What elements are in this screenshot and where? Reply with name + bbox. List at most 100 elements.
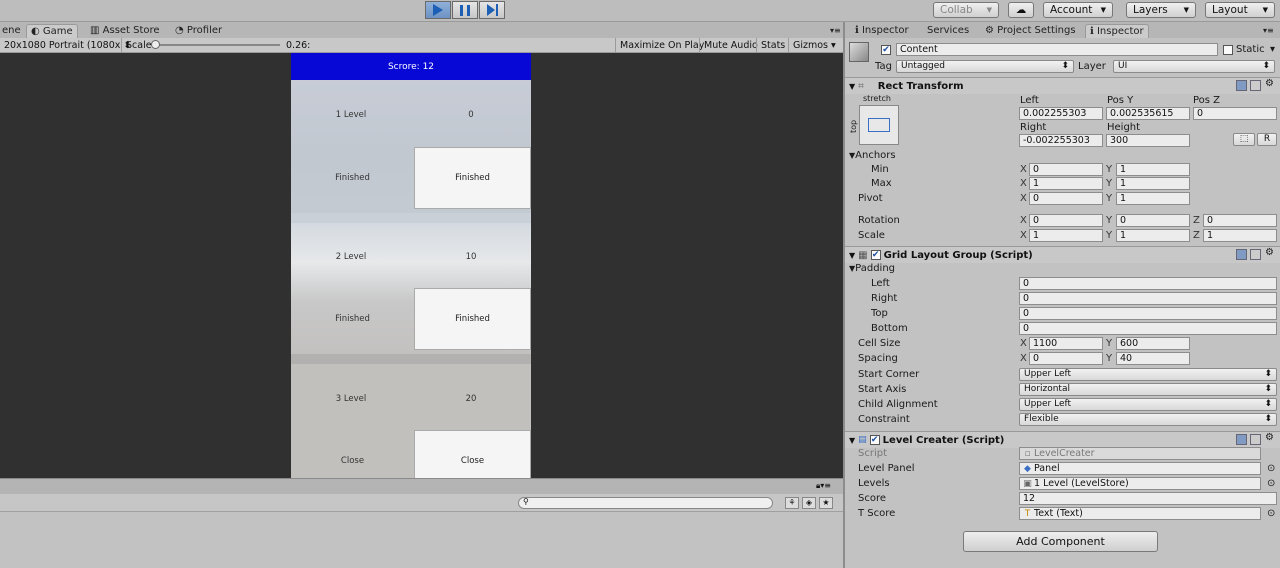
pane-menu-icon[interactable]: ▾≡ — [826, 24, 845, 38]
spacing-x-field[interactable]: 0 — [1029, 352, 1103, 365]
level-button-2[interactable]: Finished — [414, 288, 531, 350]
preset-icon[interactable] — [1250, 249, 1261, 260]
cell-size-y-field[interactable]: 600 — [1116, 337, 1190, 350]
object-picker-icon[interactable]: ⊙ — [1267, 508, 1275, 519]
object-name-field[interactable]: Content — [896, 43, 1218, 56]
padding-left-field[interactable]: 0 — [1019, 277, 1277, 290]
scale-y-field[interactable]: 1 — [1116, 229, 1190, 242]
favorite-icon[interactable]: ★ — [819, 497, 833, 509]
stats-toggle[interactable]: Stats — [756, 38, 789, 53]
scale-slider-handle[interactable] — [151, 40, 160, 49]
level-button-3[interactable]: Close — [414, 430, 531, 478]
pause-button[interactable] — [452, 1, 478, 19]
left-field[interactable]: 0.002255303 — [1019, 107, 1103, 120]
tab-asset-store[interactable]: ▥ Asset Store — [86, 24, 164, 38]
settings-gear-icon[interactable]: ⚙ — [1265, 432, 1274, 443]
active-checkbox[interactable]: ✔ — [881, 45, 891, 55]
anchor-min-y-field[interactable]: 1 — [1116, 163, 1190, 176]
settings-gear-icon[interactable]: ⚙ — [1265, 78, 1274, 89]
static-dropdown-icon[interactable]: ▾ — [1270, 44, 1275, 55]
resolution-label: 20x1080 Portrait (1080x — [4, 40, 121, 51]
rotation-x-field[interactable]: 0 — [1029, 214, 1103, 227]
help-icon[interactable] — [1236, 434, 1247, 445]
x-axis-label: X — [1020, 353, 1027, 364]
child-alignment-dropdown[interactable]: Upper Left ⬍ — [1019, 398, 1277, 411]
object-picker-icon[interactable]: ⊙ — [1267, 463, 1275, 474]
preset-icon[interactable] — [1250, 80, 1261, 91]
anchor-max-y-field[interactable]: 1 — [1116, 177, 1190, 190]
tab-inspector-active[interactable]: ℹ Inspector — [1085, 24, 1149, 38]
layout-dropdown[interactable]: Layout ▼ — [1205, 2, 1275, 18]
resolution-dropdown[interactable]: 20x1080 Portrait (1080x ⬍ — [0, 38, 135, 53]
object-picker-icon[interactable]: ⊙ — [1267, 478, 1275, 489]
collab-dropdown[interactable]: Collab ▼ — [933, 2, 999, 18]
raw-edit-button[interactable]: R — [1257, 133, 1277, 146]
pivot-x-field[interactable]: 0 — [1029, 192, 1103, 205]
play-button[interactable] — [425, 1, 451, 19]
t-score-field[interactable]: T Text (Text) — [1019, 507, 1261, 520]
padding-top-field[interactable]: 0 — [1019, 307, 1277, 320]
anchor-min-x-field[interactable]: 0 — [1029, 163, 1103, 176]
pivot-y-field[interactable]: 1 — [1116, 192, 1190, 205]
mute-audio-toggle[interactable]: Mute Audio — [699, 38, 762, 53]
step-button[interactable] — [479, 1, 505, 19]
levels-field[interactable]: ▣ 1 Level (LevelStore) — [1019, 477, 1261, 490]
maximize-on-play-toggle[interactable]: Maximize On Play — [615, 38, 708, 53]
start-axis-dropdown[interactable]: Horizontal ⬍ — [1019, 383, 1277, 396]
tab-profiler[interactable]: ◔ Profiler — [171, 24, 226, 38]
tab-game[interactable]: ◐ Game — [26, 24, 78, 38]
tab-services[interactable]: Services — [923, 24, 973, 38]
padding-right-field[interactable]: 0 — [1019, 292, 1277, 305]
scale-x-field[interactable]: 1 — [1029, 229, 1103, 242]
x-axis-label: X — [1020, 178, 1027, 189]
label-icon[interactable]: ◈ — [802, 497, 816, 509]
padding-bottom-field[interactable]: 0 — [1019, 322, 1277, 335]
anchor-max-x-field[interactable]: 1 — [1029, 177, 1103, 190]
cell-size-x-field[interactable]: 1100 — [1029, 337, 1103, 350]
level-row-2: 2 Level 10 — [291, 223, 531, 291]
layer-dropdown[interactable]: UI ⬍ — [1113, 60, 1275, 73]
anchors-foldout[interactable]: ▼Anchors — [849, 150, 896, 161]
start-corner-dropdown[interactable]: Upper Left ⬍ — [1019, 368, 1277, 381]
static-checkbox[interactable] — [1223, 45, 1233, 55]
rect-transform-header[interactable]: ▼ ⌗ Rect Transform — [845, 77, 1280, 94]
right-field[interactable]: -0.002255303 — [1019, 134, 1103, 147]
anchor-presets-button[interactable] — [859, 105, 899, 145]
level-creater-header[interactable]: ▼ ▤ ✔ Level Creater (Script) — [845, 431, 1280, 448]
tab-project-settings[interactable]: ⚙ Project Settings — [981, 24, 1080, 38]
gizmos-toggle[interactable]: Gizmos ▾ — [788, 38, 840, 53]
preset-icon[interactable] — [1250, 434, 1261, 445]
posy-field[interactable]: 0.002535615 — [1106, 107, 1190, 120]
add-component-button[interactable]: Add Component — [963, 531, 1158, 552]
posz-field[interactable]: 0 — [1193, 107, 1277, 120]
tab-inspector[interactable]: ℹ Inspector — [851, 24, 913, 38]
console-search-input[interactable]: ⚲ — [518, 497, 773, 509]
padding-foldout[interactable]: ▼Padding — [849, 263, 895, 274]
rotation-y-field[interactable]: 0 — [1116, 214, 1190, 227]
cloud-button[interactable]: ☁ — [1008, 2, 1034, 18]
lock-icon[interactable]: 🔒︎▾≡ — [816, 481, 831, 491]
help-icon[interactable] — [1236, 80, 1247, 91]
grid-enabled-checkbox[interactable]: ✔ — [870, 250, 881, 260]
help-icon[interactable] — [1236, 249, 1247, 260]
level-creater-enabled-checkbox[interactable]: ✔ — [869, 435, 880, 445]
constraint-dropdown[interactable]: Flexible ⬍ — [1019, 413, 1277, 426]
spacing-y-field[interactable]: 40 — [1116, 352, 1190, 365]
grid-layout-group-header[interactable]: ▼ ▦ ✔ Grid Layout Group (Script) — [845, 246, 1280, 263]
tab-scene[interactable]: ene — [0, 24, 25, 38]
scale-slider-track[interactable] — [153, 44, 280, 46]
score-field[interactable]: 12 — [1019, 492, 1277, 505]
settings-gear-icon[interactable]: ⚙ — [1265, 247, 1274, 258]
rotation-z-field[interactable]: 0 — [1203, 214, 1277, 227]
height-field[interactable]: 300 — [1106, 134, 1190, 147]
filter-icon[interactable]: ⚘ — [785, 497, 799, 509]
level-panel-field[interactable]: ◆ Panel — [1019, 462, 1261, 475]
blueprint-mode-button[interactable]: ⬚ — [1233, 133, 1255, 146]
level-button-1[interactable]: Finished — [414, 147, 531, 209]
scale-z-field[interactable]: 1 — [1203, 229, 1277, 242]
anchor-preset-top-label: top — [849, 119, 859, 134]
account-dropdown[interactable]: Account ▼ — [1043, 2, 1113, 18]
tag-dropdown[interactable]: Untagged ⬍ — [896, 60, 1074, 73]
layers-dropdown[interactable]: Layers ▼ — [1126, 2, 1196, 18]
pane-menu-icon[interactable]: ▾≡ — [1259, 24, 1278, 38]
